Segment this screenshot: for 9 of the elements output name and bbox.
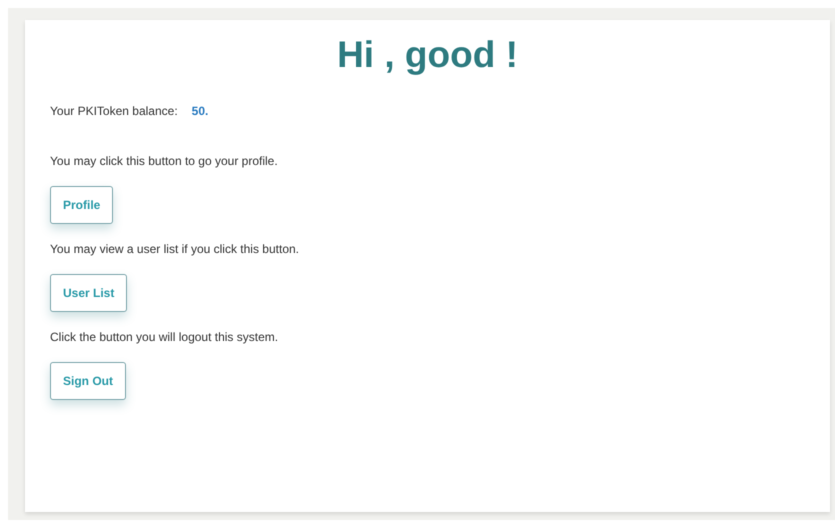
instruction-text: Click the button you will logout this system. — [50, 330, 280, 344]
instruction-text: You may view a user list if you click this button. — [50, 242, 300, 256]
action-button[interactable]: Profile — [50, 186, 114, 224]
instruction-text: You may click this button to go your profile. — [50, 154, 279, 168]
action-button[interactable]: Sign Out — [50, 362, 126, 400]
greeting-title: Hi , good ! — [336, 34, 519, 76]
balance-value: 50. — [192, 104, 208, 118]
action-button[interactable]: User List — [50, 274, 128, 312]
balance-label: Your PKIToken balance: — [50, 104, 178, 118]
